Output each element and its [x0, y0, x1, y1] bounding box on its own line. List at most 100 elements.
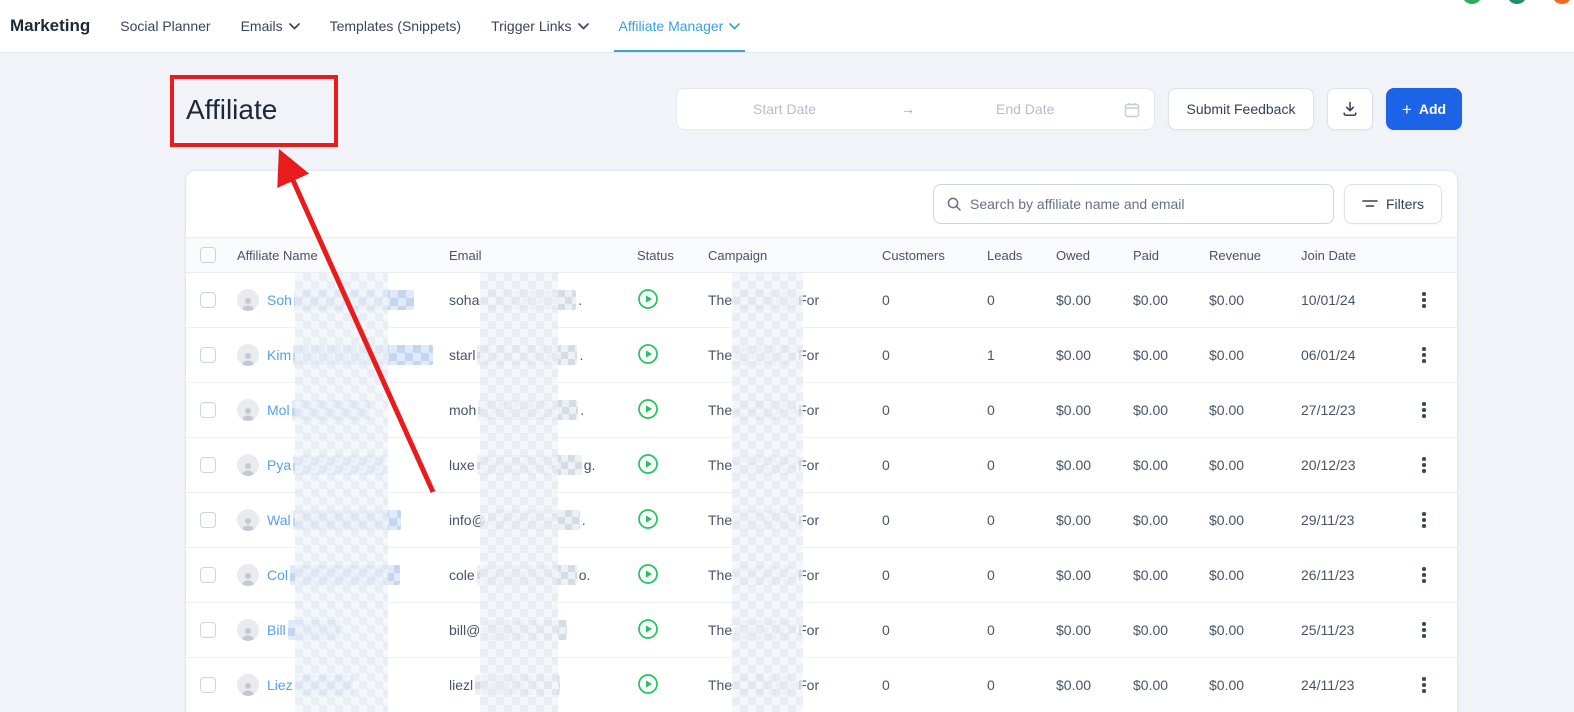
search-input[interactable]	[970, 196, 1321, 212]
row-checkbox[interactable]	[200, 677, 216, 693]
affiliate-name-link[interactable]: Pya	[267, 455, 387, 475]
join-date-value: 26/11/23	[1301, 567, 1406, 583]
filter-icon	[1362, 197, 1378, 211]
customers-value: 0	[882, 347, 987, 363]
row-menu-button[interactable]	[1414, 454, 1434, 476]
page-title: Affiliate	[186, 94, 277, 126]
avatar	[237, 454, 259, 476]
affiliate-name-link[interactable]: Bill	[267, 620, 342, 640]
email-cell: soha .	[449, 290, 637, 310]
nav-tab-label: Emails	[241, 18, 283, 34]
nav-tab-social-planner[interactable]: Social Planner	[120, 0, 210, 52]
row-checkbox[interactable]	[200, 457, 216, 473]
revenue-value: $0.00	[1209, 677, 1301, 693]
date-range-picker[interactable]: Start Date → End Date	[676, 88, 1155, 130]
arrow-right-icon: →	[901, 101, 915, 117]
campaign-suffix-text: For	[798, 677, 819, 693]
redacted-name	[292, 400, 370, 420]
revenue-value: $0.00	[1209, 622, 1301, 638]
revenue-value: $0.00	[1209, 292, 1301, 308]
campaign-suffix-text: For	[798, 567, 819, 583]
row-checkbox[interactable]	[200, 567, 216, 583]
status-cell	[637, 343, 708, 368]
affiliate-name-text: Kim	[267, 347, 291, 363]
row-menu-button[interactable]	[1414, 619, 1434, 641]
col-owed: Owed	[1056, 248, 1133, 263]
affiliate-name-link[interactable]: Liez	[267, 675, 355, 695]
leads-value: 0	[987, 457, 1056, 473]
row-menu-button[interactable]	[1414, 674, 1434, 696]
redacted-campaign	[734, 510, 796, 530]
join-date-value: 29/11/23	[1301, 512, 1406, 528]
redacted-name	[294, 290, 414, 310]
email-suffix-text: .	[579, 347, 583, 363]
row-menu-button[interactable]	[1414, 399, 1434, 421]
paid-value: $0.00	[1133, 567, 1209, 583]
email-text: moh	[449, 402, 476, 418]
row-checkbox[interactable]	[200, 347, 216, 363]
col-campaign: Campaign	[708, 248, 882, 263]
campaign-cell: The For	[708, 345, 882, 365]
avatar	[237, 289, 259, 311]
corner-dot-icon	[1462, 0, 1482, 4]
owed-value: $0.00	[1056, 622, 1133, 638]
row-menu-button[interactable]	[1414, 509, 1434, 531]
row-menu-button[interactable]	[1414, 344, 1434, 366]
chevron-down-icon	[578, 23, 589, 30]
email-cell: liezl	[449, 675, 637, 695]
nav-tab-label: Social Planner	[120, 18, 210, 34]
corner-dot-icon	[1552, 0, 1572, 4]
submit-feedback-button[interactable]: Submit Feedback	[1168, 88, 1314, 130]
header-controls: Start Date → End Date Submit Feedback + …	[676, 88, 1462, 130]
end-date-placeholder: End Date	[996, 101, 1054, 117]
affiliate-name-link[interactable]: Col	[267, 565, 402, 585]
filters-button[interactable]: Filters	[1344, 184, 1442, 224]
affiliate-name-link[interactable]: Wal	[267, 510, 403, 530]
row-checkbox[interactable]	[200, 512, 216, 528]
table-header: Affiliate Name Email Status Campaign Cus…	[186, 237, 1457, 273]
email-suffix-text: .	[580, 402, 584, 418]
col-leads: Leads	[987, 248, 1056, 263]
customers-value: 0	[882, 292, 987, 308]
redacted-email	[488, 510, 580, 530]
leads-value: 1	[987, 347, 1056, 363]
avatar	[237, 399, 259, 421]
status-cell	[637, 618, 708, 643]
nav-tab-trigger-links[interactable]: Trigger Links	[491, 0, 588, 52]
leads-value: 0	[987, 622, 1056, 638]
email-cell: info@ .	[449, 510, 637, 530]
leads-value: 0	[987, 402, 1056, 418]
redacted-email	[477, 455, 582, 475]
revenue-value: $0.00	[1209, 567, 1301, 583]
calendar-icon	[1124, 102, 1140, 118]
chevron-down-icon	[289, 23, 300, 30]
nav-tab-affiliate-manager[interactable]: Affiliate Manager	[619, 0, 741, 52]
row-checkbox[interactable]	[200, 402, 216, 418]
campaign-cell: The For	[708, 565, 882, 585]
redacted-campaign	[734, 455, 796, 475]
status-active-play-icon	[637, 398, 659, 420]
affiliate-name-link[interactable]: Kim	[267, 345, 435, 365]
status-cell	[637, 453, 708, 478]
redacted-name	[288, 620, 340, 640]
nav-tab-emails[interactable]: Emails	[241, 0, 300, 52]
row-menu-button[interactable]	[1414, 564, 1434, 586]
row-checkbox[interactable]	[200, 292, 216, 308]
download-button[interactable]	[1327, 88, 1373, 130]
select-all-checkbox[interactable]	[200, 247, 216, 263]
table-row: Col cole o. The For 0 0 $0.00 $0.00 $0.0…	[186, 548, 1457, 603]
table-row: Soh soha . The For 0 0 $0.00 $0.00 $0.00…	[186, 273, 1457, 328]
add-button[interactable]: + Add	[1386, 88, 1462, 130]
email-suffix-text: o.	[579, 567, 591, 583]
affiliate-name-link[interactable]: Mol	[267, 400, 372, 420]
email-cell: bill@	[449, 620, 637, 640]
search-icon	[946, 196, 962, 212]
col-join-date: Join Date	[1301, 248, 1406, 263]
row-menu-button[interactable]	[1414, 289, 1434, 311]
row-checkbox[interactable]	[200, 622, 216, 638]
redacted-email	[477, 565, 577, 585]
email-text: starl	[449, 347, 475, 363]
affiliate-name-link[interactable]: Soh	[267, 290, 416, 310]
nav-tab-templates-snippets[interactable]: Templates (Snippets)	[330, 0, 462, 52]
redacted-email	[478, 400, 578, 420]
